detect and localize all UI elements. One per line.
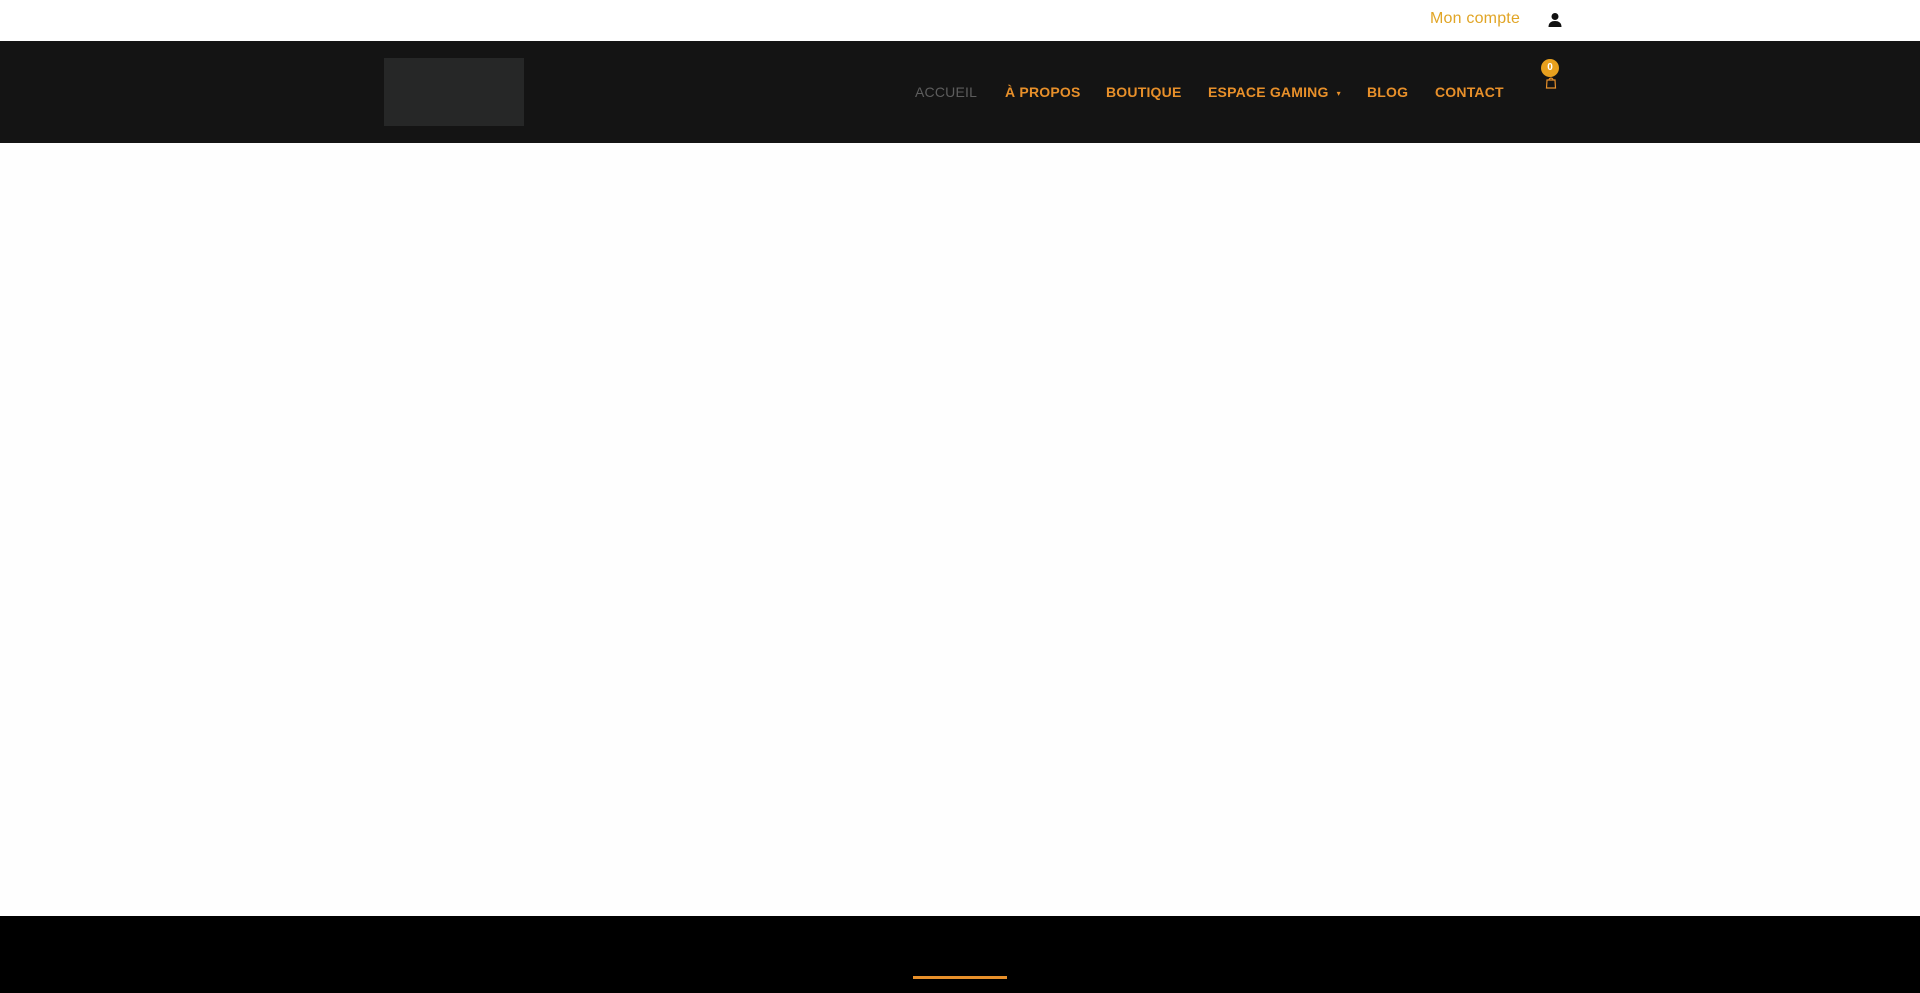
- cart-button[interactable]: 0: [1540, 59, 1562, 89]
- nav-item-accueil[interactable]: ACCUEIL: [915, 84, 977, 100]
- nav-item-a-propos[interactable]: À PROPOS: [1005, 84, 1081, 100]
- nav-item-blog[interactable]: BLOG: [1367, 84, 1408, 100]
- nav-item-contact[interactable]: CONTACT: [1435, 84, 1504, 100]
- site-header: ACCUEIL À PROPOS BOUTIQUE ESPACE GAMING ▾…: [0, 41, 1920, 143]
- site-logo[interactable]: [384, 58, 524, 126]
- site-footer: [0, 916, 1920, 993]
- top-bar: Mon compte: [0, 0, 1920, 41]
- nav-item-label: ESPACE GAMING: [1208, 84, 1329, 100]
- main-content: [0, 143, 1920, 916]
- cart-count-badge: 0: [1541, 59, 1559, 77]
- nav-item-boutique[interactable]: BOUTIQUE: [1106, 84, 1182, 100]
- cart-icon: [1545, 76, 1557, 89]
- user-icon[interactable]: [1547, 12, 1563, 28]
- nav-item-espace-gaming[interactable]: ESPACE GAMING ▾: [1208, 84, 1341, 100]
- footer-accent-line: [913, 976, 1007, 979]
- my-account-link[interactable]: Mon compte: [1430, 10, 1520, 28]
- chevron-down-icon: ▾: [1336, 88, 1341, 98]
